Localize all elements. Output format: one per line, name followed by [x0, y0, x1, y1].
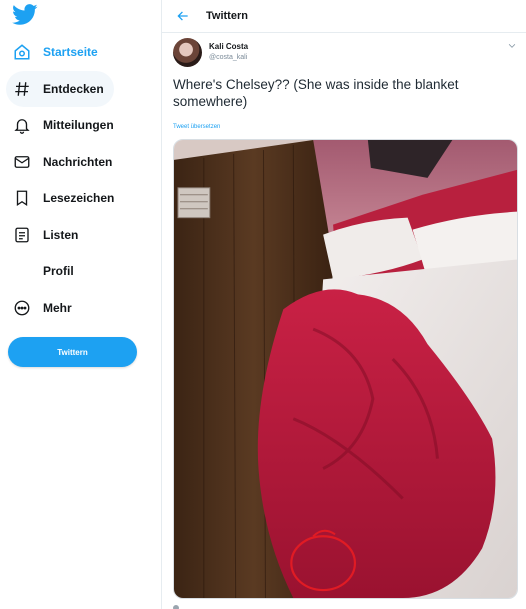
twitter-bird-icon[interactable] — [12, 4, 38, 26]
tweet-photo[interactable] — [173, 139, 518, 599]
bell-icon — [13, 116, 31, 135]
author-handle[interactable]: @costa_kali — [209, 54, 247, 61]
nav-label-explore: Entdecken — [43, 81, 104, 96]
nav-label-home: Startseite — [43, 45, 98, 60]
nav-item-explore[interactable]: Entdecken — [6, 70, 114, 107]
nav-item-notifications[interactable]: Mitteilungen — [6, 107, 156, 144]
list-icon — [13, 226, 31, 244]
tweet-text: Where's Chelsey?? (She was inside the bl… — [173, 77, 459, 109]
person-icon — [173, 605, 179, 609]
nav-label-messages: Nachrichten — [43, 154, 113, 169]
nav-label-lists: Listen — [43, 227, 79, 242]
nav-label-profile: Profil — [43, 264, 74, 279]
home-icon — [13, 43, 31, 61]
nav-item-messages[interactable]: Nachrichten — [6, 144, 156, 181]
main-column: Twittern Kali Costa @costa_kali Where's … — [161, 0, 526, 609]
chevron-down-icon[interactable] — [507, 41, 517, 51]
main-navigation: Startseite Entdecken Mitteilungen Nachri… — [6, 34, 156, 326]
page-header: Twittern — [162, 0, 526, 33]
nav-label-bookmarks: Lesezeichen — [43, 191, 115, 206]
nav-item-lists[interactable]: Listen — [6, 217, 156, 254]
tweet: Kali Costa @costa_kali Where's Chelsey??… — [162, 34, 526, 609]
hashtag-icon — [13, 80, 31, 98]
more-circle-icon — [13, 299, 31, 317]
nav-item-bookmarks[interactable]: Lesezeichen — [6, 180, 156, 217]
profile-icon-placeholder — [13, 262, 31, 280]
tweet-author-row: Kali Costa @costa_kali — [162, 34, 526, 70]
avatar[interactable] — [173, 38, 202, 67]
nav-item-home[interactable]: Startseite — [6, 34, 156, 71]
tweet-footer-meta — [173, 604, 213, 609]
tweet-button[interactable]: Twittern — [8, 337, 137, 367]
author-name[interactable]: Kali Costa — [209, 42, 248, 51]
back-arrow-icon[interactable] — [176, 9, 190, 23]
bed-with-blanket-photo — [174, 140, 517, 598]
page-title: Twittern — [206, 10, 248, 22]
nav-label-notifications: Mitteilungen — [43, 118, 114, 133]
nav-label-more: Mehr — [43, 300, 72, 315]
nav-item-profile[interactable]: Profil — [6, 253, 156, 290]
left-sidebar: Startseite Entdecken Mitteilungen Nachri… — [0, 0, 160, 609]
translate-tweet-link[interactable]: Tweet übersetzen — [173, 124, 220, 130]
nav-item-more[interactable]: Mehr — [6, 290, 156, 327]
envelope-icon — [13, 153, 31, 171]
bookmark-icon — [13, 189, 31, 207]
